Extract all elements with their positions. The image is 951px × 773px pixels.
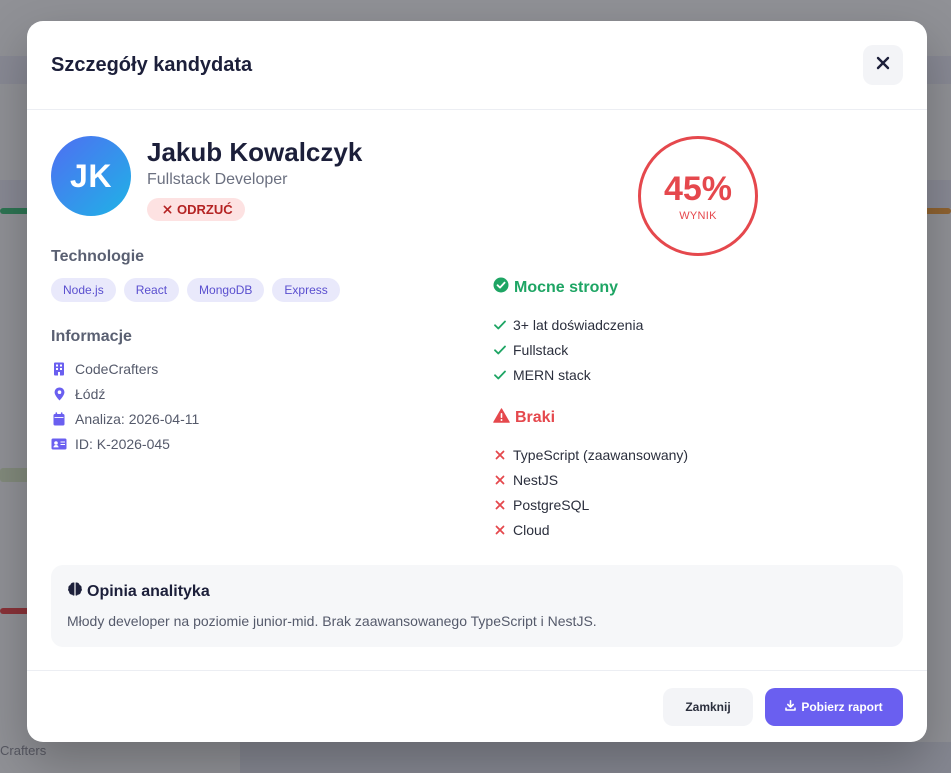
candidate-profile: JK Jakub Kowalczyk Fullstack Developer O… <box>51 136 471 221</box>
x-icon <box>493 525 507 535</box>
gaps-list: TypeScript (zaawansowany) NestJS Postgre… <box>493 442 903 542</box>
status-label: ODRZUĆ <box>177 202 233 217</box>
score-ring: 45% WYNIK <box>638 136 758 256</box>
brain-icon <box>67 581 83 602</box>
building-icon <box>51 362 67 376</box>
gap-item: Cloud <box>493 517 903 542</box>
strength-text: 3+ lat doświadczenia <box>513 316 644 333</box>
check-icon <box>493 370 507 380</box>
gaps-section: Braki TypeScript (zaawansowany) NestJS P… <box>493 408 903 542</box>
gap-text: TypeScript (zaawansowany) <box>513 446 689 463</box>
technology-tags: Node.js React MongoDB Express <box>51 278 471 302</box>
download-icon <box>785 699 797 714</box>
technology-tag: MongoDB <box>187 278 265 302</box>
strength-item: 3+ lat doświadczenia <box>493 312 903 337</box>
technology-tag: Express <box>272 278 340 302</box>
info-text: ID: K-2026-045 <box>75 435 170 452</box>
id-card-icon <box>51 438 67 450</box>
strength-item: Fullstack <box>493 337 903 362</box>
information-list: CodeCrafters Łódź Analiza: 2026-04-11 ID… <box>51 356 471 456</box>
candidate-info-column: JK Jakub Kowalczyk Fullstack Developer O… <box>51 136 471 456</box>
x-icon <box>493 450 507 460</box>
check-circle-icon <box>493 277 509 298</box>
gap-item: PostgreSQL <box>493 492 903 517</box>
strengths-title: Mocne strony <box>514 278 619 296</box>
strengths-list: 3+ lat doświadczenia Fullstack MERN stac… <box>493 312 903 387</box>
calendar-icon <box>51 411 67 426</box>
info-row-company: CodeCrafters <box>51 356 471 381</box>
analyst-opinion-title: Opinia analityka <box>87 582 210 600</box>
strength-text: Fullstack <box>513 341 569 358</box>
close-icon <box>876 56 890 75</box>
analyst-opinion-header: Opinia analityka <box>67 581 887 602</box>
close-modal-button[interactable]: Zamknij <box>663 687 753 726</box>
candidate-role: Fullstack Developer <box>147 171 288 188</box>
score-label: WYNIK <box>679 209 717 222</box>
strength-text: MERN stack <box>513 366 591 383</box>
download-report-button[interactable]: Pobierz raport <box>765 687 903 726</box>
technology-tag: Node.js <box>51 278 116 302</box>
check-icon <box>493 320 507 330</box>
warning-icon <box>493 408 510 428</box>
info-text: CodeCrafters <box>75 360 159 377</box>
gap-text: NestJS <box>513 471 559 488</box>
info-row-id: ID: K-2026-045 <box>51 431 471 456</box>
status-badge: ODRZUĆ <box>147 198 245 221</box>
x-icon <box>493 500 507 510</box>
info-row-analysis-date: Analiza: 2026-04-11 <box>51 406 471 431</box>
information-title: Informacje <box>51 328 132 345</box>
analyst-opinion-card: Opinia analityka Młody developer na pozi… <box>51 565 903 647</box>
gap-item: TypeScript (zaawansowany) <box>493 442 903 467</box>
modal-header: Szczegóły kandydata <box>27 21 927 110</box>
technologies-title: Technologie <box>51 248 145 265</box>
close-button[interactable] <box>863 45 903 85</box>
strengths-section: Mocne strony 3+ lat doświadczenia Fullst… <box>493 277 903 387</box>
x-icon <box>163 202 172 217</box>
profile-info: Jakub Kowalczyk Fullstack Developer ODRZ… <box>147 136 362 221</box>
info-row-location: Łódź <box>51 381 471 406</box>
x-icon <box>493 475 507 485</box>
analyst-opinion-text: Młody developer na poziomie junior-mid. … <box>67 613 597 629</box>
gap-text: Cloud <box>513 521 550 538</box>
strength-item: MERN stack <box>493 362 903 387</box>
download-report-label: Pobierz raport <box>801 699 883 714</box>
gap-text: PostgreSQL <box>513 496 590 513</box>
avatar: JK <box>51 136 131 216</box>
modal-footer: Zamknij Pobierz raport <box>27 670 927 742</box>
score-value: 45% <box>663 169 733 208</box>
check-icon <box>493 345 507 355</box>
technology-tag: React <box>123 278 180 302</box>
info-text: Analiza: 2026-04-11 <box>75 410 200 427</box>
candidate-details-modal: Szczegóły kandydata JK Jakub Kowalczyk F… <box>27 21 927 742</box>
modal-title: Szczegóły kandydata <box>51 53 253 76</box>
gaps-header: Braki <box>493 408 903 428</box>
modal-body: JK Jakub Kowalczyk Fullstack Developer O… <box>27 110 927 670</box>
gap-item: NestJS <box>493 467 903 492</box>
candidate-name: Jakub Kowalczyk <box>147 137 363 167</box>
info-text: Łódź <box>75 385 106 402</box>
strengths-header: Mocne strony <box>493 277 903 298</box>
gaps-title: Braki <box>515 409 556 426</box>
map-pin-icon <box>51 387 67 401</box>
